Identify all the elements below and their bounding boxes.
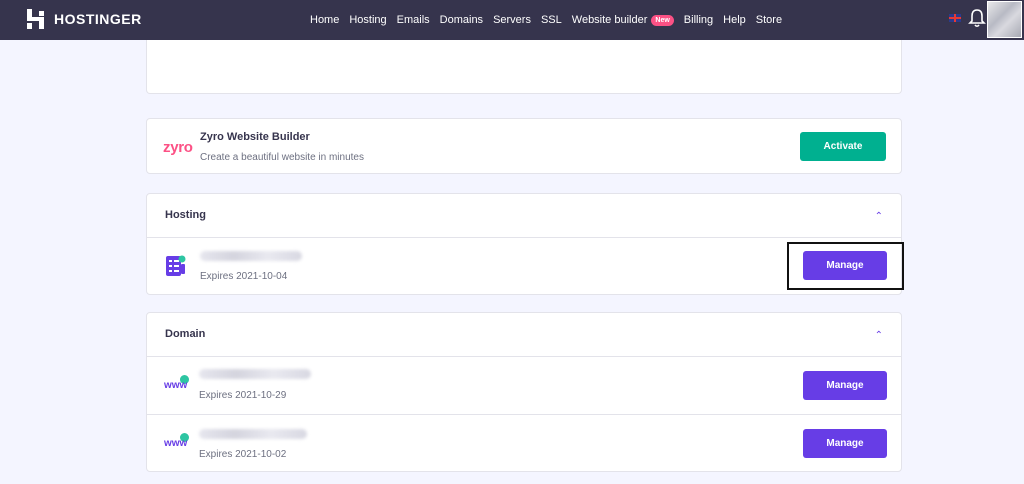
- activate-button[interactable]: Activate: [800, 132, 886, 161]
- nav-billing[interactable]: Billing: [684, 14, 713, 26]
- nav-domains[interactable]: Domains: [440, 14, 483, 26]
- zyro-card: zyro Zyro Website Builder Create a beaut…: [146, 118, 902, 174]
- domain-name-redacted: [199, 429, 307, 439]
- highlight-box: [787, 242, 904, 290]
- domain-manage-button[interactable]: Manage: [803, 429, 887, 458]
- domain-title: Domain: [165, 328, 206, 340]
- chevron-up-icon[interactable]: ⌃: [875, 330, 883, 341]
- nav-website-builder-label: Website builder: [571, 14, 648, 26]
- uk-flag-icon[interactable]: [949, 14, 961, 22]
- nav-home[interactable]: Home: [310, 14, 339, 26]
- main-nav: Home Hosting Emails Domains Servers SSL …: [310, 0, 792, 40]
- hostinger-logo-icon: [27, 9, 44, 29]
- nav-emails[interactable]: Emails: [397, 14, 430, 26]
- hosting-header[interactable]: Hosting ⌃: [147, 194, 901, 238]
- hosting-server-icon: [166, 255, 186, 276]
- zyro-logo: zyro: [163, 139, 193, 156]
- top-navigation-bar: HOSTINGER Home Hosting Emails Domains Se…: [0, 0, 1024, 40]
- bell-icon[interactable]: [968, 8, 986, 28]
- brand-name: HOSTINGER: [54, 11, 142, 27]
- nav-help[interactable]: Help: [723, 14, 746, 26]
- nav-hosting[interactable]: Hosting: [349, 14, 386, 26]
- top-card: [146, 40, 902, 94]
- domain-name-redacted: [199, 369, 311, 379]
- chevron-up-icon[interactable]: ⌃: [875, 211, 883, 222]
- hostinger-logo[interactable]: HOSTINGER: [27, 9, 142, 29]
- hosting-expiry: Expires 2021-10-04: [200, 271, 288, 282]
- nav-website-builder[interactable]: Website builder New: [572, 14, 674, 26]
- hosting-domain-redacted: [200, 251, 302, 261]
- domain-header[interactable]: Domain ⌃: [147, 313, 901, 357]
- domain-expiry: Expires 2021-10-29: [199, 390, 287, 401]
- domain-expiry: Expires 2021-10-02: [199, 449, 287, 460]
- row-divider: [147, 414, 901, 415]
- new-badge: New: [651, 14, 674, 26]
- nav-ssl[interactable]: SSL: [541, 14, 562, 26]
- nav-store[interactable]: Store: [756, 14, 782, 26]
- www-icon: www: [164, 438, 188, 449]
- domain-manage-button[interactable]: Manage: [803, 371, 887, 400]
- www-icon: www: [164, 380, 188, 391]
- nav-servers[interactable]: Servers: [493, 14, 531, 26]
- hosting-title: Hosting: [165, 209, 206, 221]
- zyro-subtitle: Create a beautiful website in minutes: [200, 152, 364, 163]
- user-avatar[interactable]: [987, 1, 1022, 38]
- domain-card: Domain ⌃ www Expires 2021-10-29 Manage w…: [146, 312, 902, 472]
- zyro-title: Zyro Website Builder: [200, 131, 310, 143]
